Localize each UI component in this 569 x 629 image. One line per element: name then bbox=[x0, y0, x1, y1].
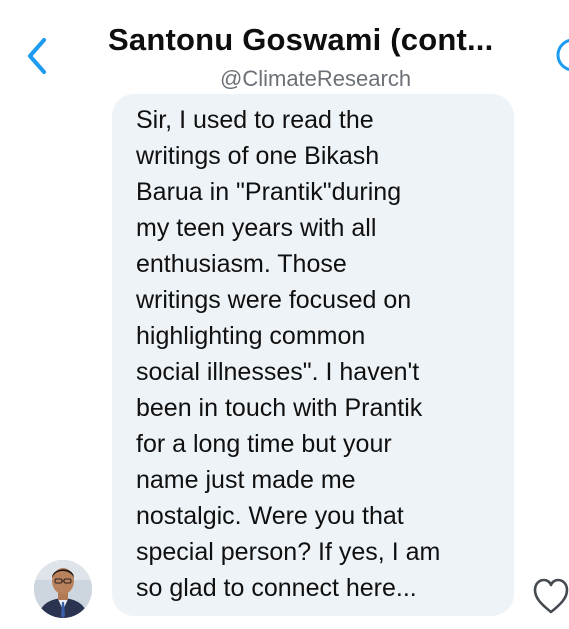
heart-icon bbox=[533, 578, 569, 614]
info-button[interactable] bbox=[553, 37, 569, 77]
like-button[interactable] bbox=[533, 574, 569, 618]
user-handle: @ClimateResearch bbox=[220, 66, 412, 91]
avatar[interactable] bbox=[34, 560, 92, 618]
message-bubble[interactable]: Sir, I used to read the writings of one … bbox=[112, 94, 514, 616]
chevron-left-icon bbox=[28, 38, 46, 74]
message-text: Sir, I used to read the writings of one … bbox=[136, 106, 441, 602]
avatar-image bbox=[34, 560, 92, 618]
conversation-header: Santonu Goswami (cont... @ClimateResearc… bbox=[0, 0, 569, 100]
conversation-title[interactable]: Santonu Goswami (cont... bbox=[108, 22, 553, 58]
back-button[interactable] bbox=[22, 36, 56, 76]
info-icon bbox=[556, 38, 569, 72]
